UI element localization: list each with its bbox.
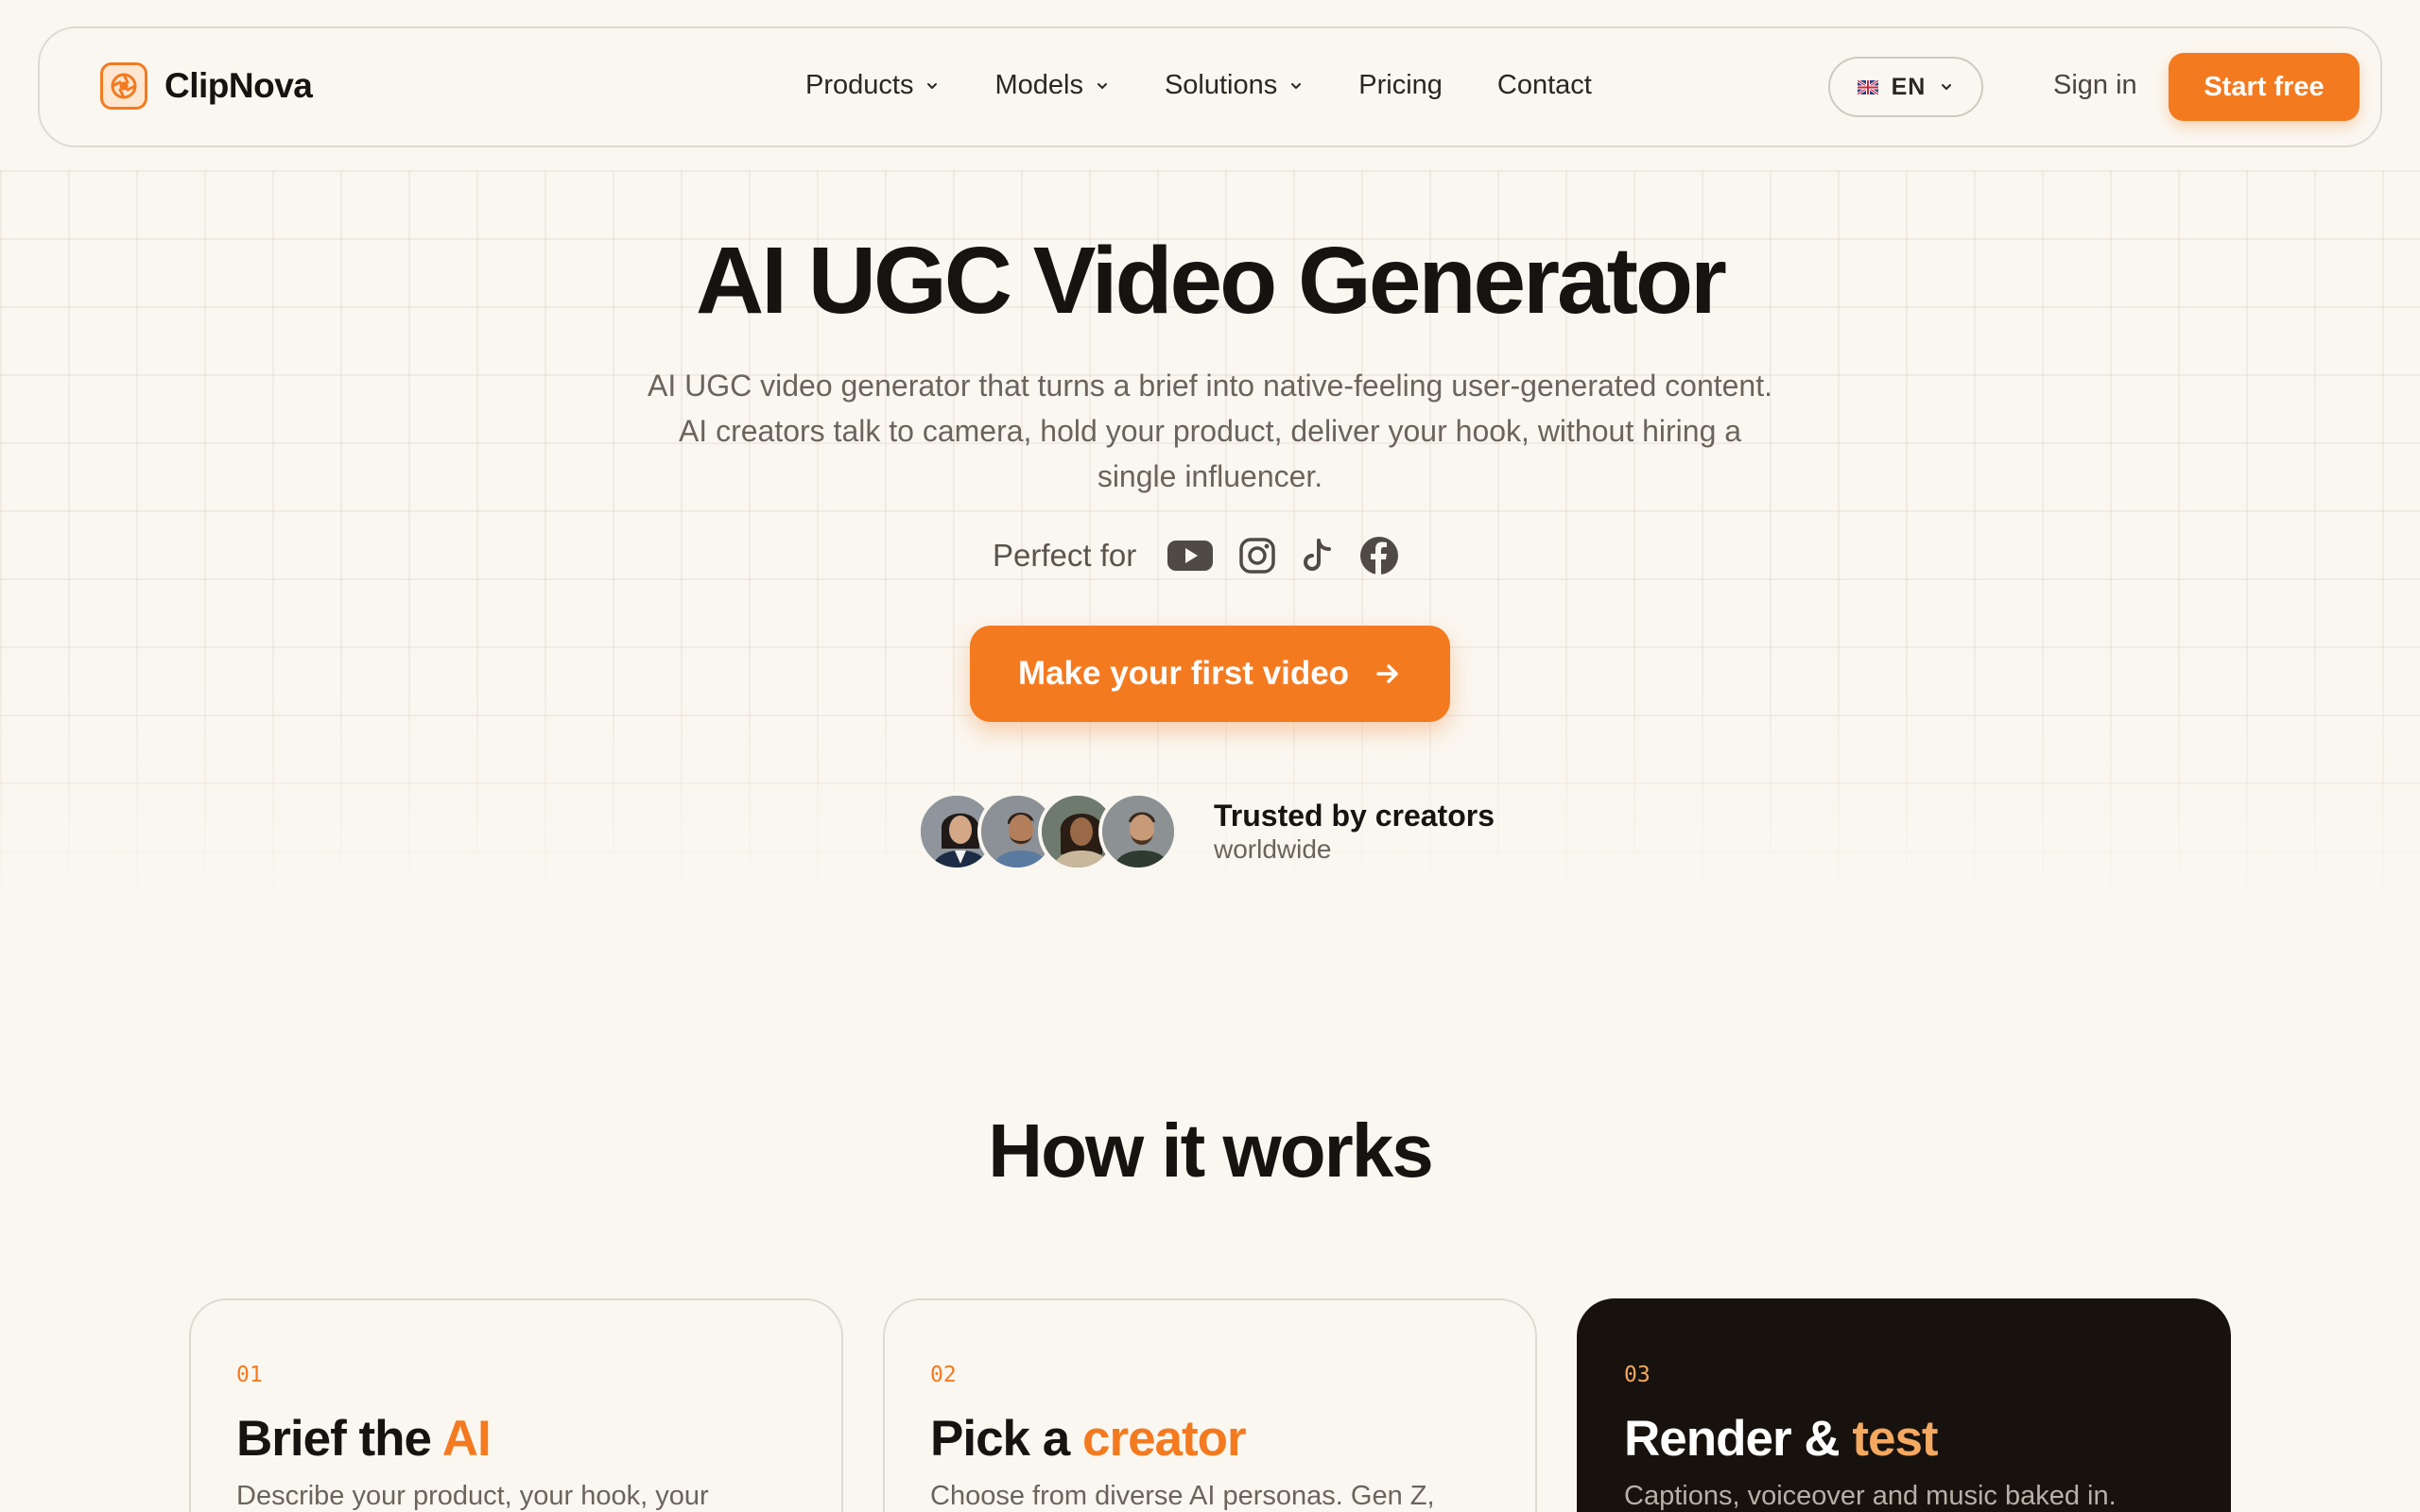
uk-flag-icon bbox=[1857, 79, 1878, 94]
step-title-accent: test bbox=[1852, 1411, 1938, 1467]
step-number: 03 bbox=[1624, 1363, 1651, 1387]
instagram-icon[interactable] bbox=[1238, 537, 1276, 575]
step-card-render: 03 Render & test Captions, voiceover and… bbox=[1577, 1298, 2231, 1512]
nav-item-label: Products bbox=[805, 70, 914, 100]
nav-item-products[interactable]: Products bbox=[805, 70, 940, 101]
step-title-accent: creator bbox=[1081, 1411, 1247, 1467]
make-first-video-button[interactable]: Make your first video bbox=[970, 626, 1450, 722]
nav-item-contact[interactable]: Contact bbox=[1497, 70, 1592, 101]
sign-in-link[interactable]: Sign in bbox=[2053, 70, 2137, 101]
step-title-text: Pick a bbox=[930, 1411, 1082, 1467]
step-title-text: Render & bbox=[1624, 1411, 1853, 1467]
step-number: 01 bbox=[236, 1363, 263, 1387]
arrow-right-icon bbox=[1376, 664, 1398, 683]
brand-logo-link[interactable]: ClipNova bbox=[100, 62, 313, 110]
trusted-subtitle: worldwide bbox=[1214, 834, 1332, 864]
step-title-accent: AI bbox=[441, 1411, 492, 1467]
step-title: Render & test bbox=[1624, 1410, 2184, 1468]
nav-item-models[interactable]: Models bbox=[994, 70, 1110, 101]
trusted-text: Trusted by creators worldwide bbox=[1214, 798, 1495, 866]
perfect-for-label: Perfect for bbox=[993, 538, 1137, 573]
creator-avatars bbox=[917, 792, 1178, 871]
chevron-down-icon bbox=[1291, 82, 1302, 89]
chevron-down-icon bbox=[1097, 82, 1107, 89]
step-body: Captions, voiceover and music baked in. bbox=[1624, 1481, 2117, 1511]
trusted-title: Trusted by creators bbox=[1214, 799, 1495, 833]
hero-subtitle: AI UGC video generator that turns a brie… bbox=[647, 369, 1772, 493]
step-title: Brief the AI bbox=[236, 1410, 796, 1468]
nav-links: Products Models Solutions Pricing Contac… bbox=[805, 70, 1647, 101]
language-code: EN bbox=[1891, 73, 1927, 100]
start-free-button[interactable]: Start free bbox=[2169, 53, 2360, 121]
aperture-icon bbox=[100, 62, 147, 110]
tiktok-icon[interactable] bbox=[1301, 537, 1335, 575]
chevron-down-icon bbox=[927, 82, 938, 89]
page: ClipNova Products Models Solutions Prici… bbox=[0, 0, 2420, 1512]
step-number: 02 bbox=[930, 1363, 957, 1387]
nav-item-pricing[interactable]: Pricing bbox=[1358, 70, 1443, 101]
chevron-down-icon bbox=[1942, 84, 1952, 90]
step-card-brief: 01 Brief the AI Describe your product, y… bbox=[189, 1298, 843, 1512]
step-title-text: Brief the bbox=[236, 1411, 442, 1467]
perfect-for-row: Perfect for bbox=[993, 529, 1399, 582]
nav-item-label: Pricing bbox=[1358, 70, 1443, 100]
hero-title: AI UGC Video Generator bbox=[696, 228, 1727, 334]
facebook-icon[interactable] bbox=[1359, 536, 1399, 576]
avatar bbox=[1098, 792, 1178, 871]
step-body: Describe your product, your hook, your bbox=[236, 1481, 709, 1511]
step-card-creator: 02 Pick a creator Choose from diverse AI… bbox=[883, 1298, 1537, 1512]
step-body: Choose from diverse AI personas. Gen Z, bbox=[930, 1481, 1435, 1511]
navbar: ClipNova Products Models Solutions Prici… bbox=[38, 26, 2382, 147]
nav-item-label: Contact bbox=[1496, 70, 1592, 100]
nav-item-solutions[interactable]: Solutions bbox=[1165, 70, 1304, 101]
nav-item-label: Models bbox=[994, 70, 1083, 100]
step-title: Pick a creator bbox=[930, 1410, 1490, 1468]
trusted-by-row: Trusted by creators worldwide bbox=[917, 792, 1495, 871]
cta-label: Make your first video bbox=[1017, 655, 1350, 692]
brand-name: ClipNova bbox=[164, 66, 313, 105]
nav-item-label: Solutions bbox=[1164, 70, 1278, 100]
language-selector[interactable]: EN bbox=[1828, 57, 1983, 117]
how-it-works-title: How it works bbox=[988, 1108, 1433, 1193]
youtube-icon[interactable] bbox=[1167, 539, 1214, 573]
